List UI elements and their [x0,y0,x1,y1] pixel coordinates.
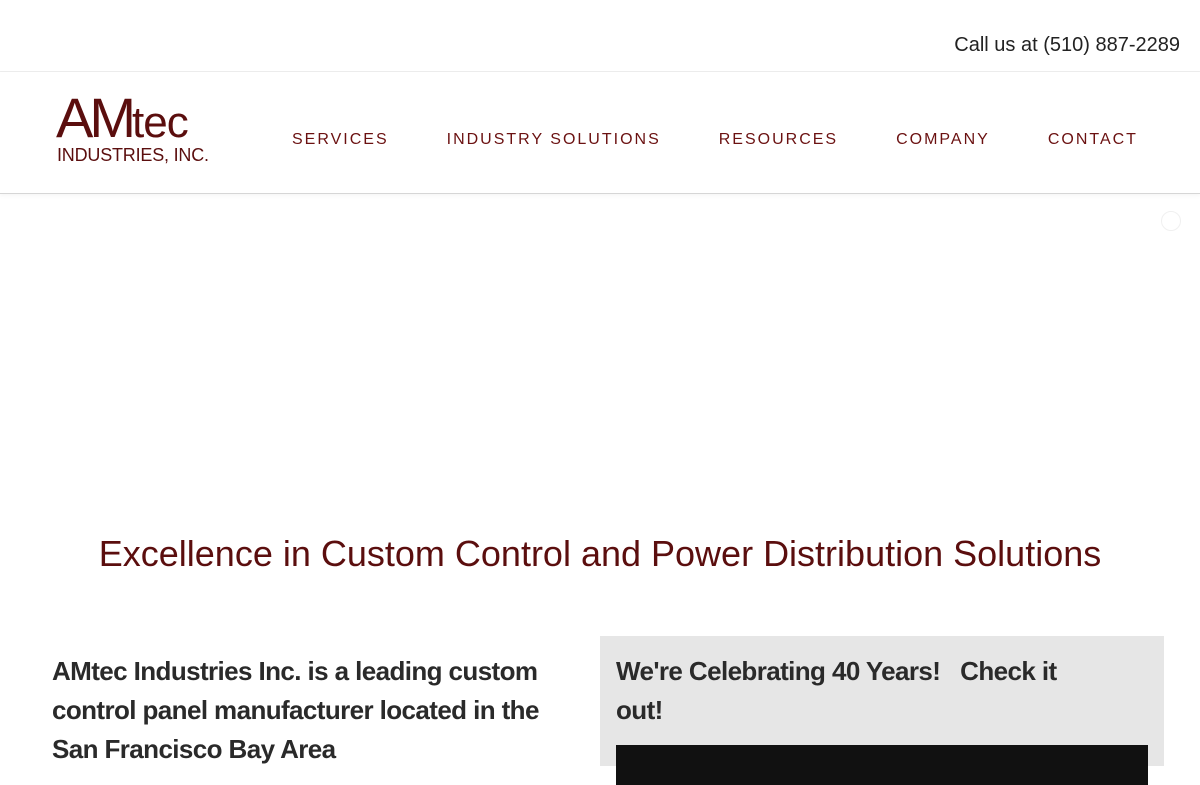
site-header: AMtec INDUSTRIES, INC. SERVICES INDUSTRY… [0,72,1200,194]
phone-link[interactable]: Call us at (510) 887-2289 [954,34,1180,57]
anniversary-promo: We're Celebrating 40 Years! Check it out… [600,636,1164,785]
logo-brand-big: AM [56,86,136,149]
nav-item-contact[interactable]: CONTACT [1019,131,1167,149]
top-bar: Call us at (510) 887-2289 [0,0,1200,72]
intro-heading: AMtec Industries Inc. is a leading custo… [52,656,539,764]
logo-subtitle: INDUSTRIES, INC. [57,145,209,165]
logo-wordmark: AMtec [56,90,189,147]
nav-item-industry-solutions[interactable]: INDUSTRY SOLUTIONS [418,131,690,149]
amtec-logo[interactable]: AMtec INDUSTRIES, INC. [56,90,232,170]
hero-tagline: Excellence in Custom Control and Power D… [98,533,1102,574]
logo-brand-small: tec [132,98,189,147]
nav-item-company[interactable]: COMPANY [867,131,1019,149]
nav-item-services[interactable]: SERVICES [263,131,418,149]
promo-title: We're Celebrating 40 Years! Check it out… [616,656,1064,725]
promo-video[interactable] [616,745,1148,785]
nav-item-resources[interactable]: RESOURCES [690,131,867,149]
main-nav: SERVICES INDUSTRY SOLUTIONS RESOURCES CO… [263,129,1167,151]
loading-spinner-icon [1161,211,1181,231]
